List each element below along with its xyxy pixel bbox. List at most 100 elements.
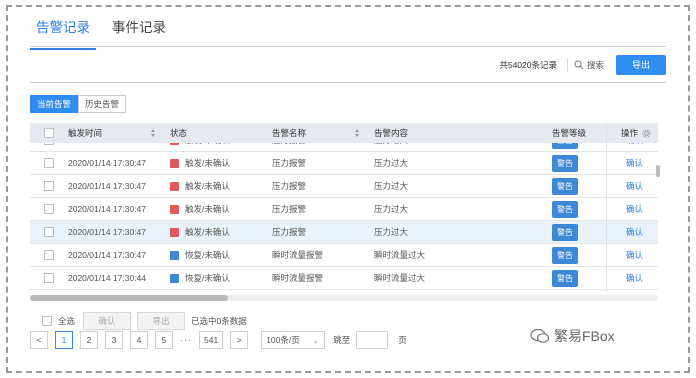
cell-content: 压力过大 — [374, 181, 409, 191]
status-dot — [170, 143, 179, 145]
watermark-text: 繁易FBox — [554, 328, 615, 344]
cell-content: 瞬时流量过大 — [374, 250, 426, 260]
alarm-subtabs: 当前告警 历史告警 — [30, 95, 127, 113]
row-checkbox[interactable] — [44, 227, 54, 237]
level-badge: 警告 — [552, 201, 578, 218]
tab-alarm-records[interactable]: 告警记录 — [30, 14, 96, 50]
cell-time: 2020/01/14 17:30:47 — [68, 158, 146, 168]
next-page-button[interactable]: > — [230, 331, 249, 349]
main-tabs: 告警记录 事件记录 — [30, 14, 166, 50]
row-checkbox[interactable] — [44, 181, 54, 191]
subtab-history-alarms[interactable]: 历史告警 — [78, 95, 127, 113]
select-all-checkbox[interactable] — [42, 316, 52, 326]
cell-time: 2020/01/14 17:30:47 — [68, 227, 146, 237]
table-row[interactable]: 2020/01/14 17:30:47 触发/未确认 压力报警 压力过大 警告 … — [30, 152, 658, 175]
cell-time: 2020/01/14 17:30:44 — [68, 273, 146, 283]
vertical-scrollbar[interactable] — [656, 165, 660, 177]
table-row[interactable]: 2020/01/14 17:30:47 触发/未确认 压力报警 压力过大 警告 … — [30, 143, 658, 152]
cell-status: 触发/未确认 — [185, 158, 230, 168]
confirm-link[interactable]: 确认 — [626, 267, 643, 290]
page-5[interactable]: 5 — [155, 331, 173, 349]
confirm-link[interactable]: 确认 — [626, 221, 643, 244]
page-3[interactable]: 3 — [105, 331, 123, 349]
row-checkbox[interactable] — [44, 273, 54, 283]
search-button[interactable]: 搜索 — [574, 59, 604, 71]
export-button[interactable]: 导出 — [616, 55, 666, 75]
cell-content: 压力过大 — [374, 227, 409, 237]
cell-time: 2020/01/14 17:30:47 — [68, 204, 146, 214]
level-badge: 警告 — [552, 224, 578, 241]
batch-confirm-button[interactable]: 确认 — [83, 312, 132, 330]
confirm-link[interactable]: 确认 — [626, 175, 643, 198]
selected-count: 已选中0条数据 — [191, 316, 247, 326]
table-row[interactable]: 2020/01/14 17:30:47 触发/未确认 压力报警 压力过大 警告 … — [30, 175, 658, 198]
cell-content: 压力过大 — [374, 143, 408, 152]
cell-time: 2020/01/14 17:30:47 — [68, 181, 146, 191]
prev-page-button[interactable]: < — [30, 331, 48, 349]
goto-label: 跳至 — [333, 335, 351, 345]
toolbar-divider — [566, 58, 568, 72]
cell-status: 触发/未确认 — [185, 204, 230, 214]
status-dot — [170, 159, 179, 168]
row-checkbox[interactable] — [44, 250, 54, 260]
cell-time: 2020/01/14 17:30:47 — [68, 250, 146, 260]
row-checkbox[interactable] — [44, 143, 54, 145]
record-count: 共54020条记录 — [499, 60, 557, 70]
status-dot — [170, 228, 179, 237]
watermark: 繁易FBox — [530, 326, 615, 346]
level-badge: 警告 — [552, 270, 578, 287]
sort-name-icon[interactable] — [355, 129, 360, 137]
cell-name: 压力报警 — [272, 143, 306, 152]
subtab-current-alarms[interactable]: 当前告警 — [30, 95, 79, 113]
tab-event-records[interactable]: 事件记录 — [112, 14, 166, 46]
sort-time-icon[interactable] — [151, 129, 156, 137]
cell-name: 压力报警 — [272, 227, 307, 237]
cell-name: 瞬时流量报警 — [272, 250, 324, 260]
status-dot — [170, 251, 179, 260]
cell-name: 压力报警 — [272, 158, 307, 168]
goto-page-input[interactable] — [356, 331, 389, 349]
col-status: 状态 — [170, 128, 188, 138]
search-icon — [574, 60, 584, 70]
status-dot — [170, 182, 179, 191]
table-row[interactable]: 2020/01/14 17:30:44 恢复/未确认 瞬时流量报警 瞬时流量过大… — [30, 267, 658, 290]
page-1[interactable]: 1 — [55, 331, 73, 349]
alarm-table: 触发时间 状态 告警名称 告警内容 告警等级 操作 2020/01/14 17:… — [30, 123, 658, 291]
page-last[interactable]: 541 — [199, 331, 224, 349]
horizontal-scroll-thumb[interactable] — [30, 295, 228, 301]
cell-time: 2020/01/14 17:30:47 — [68, 143, 146, 152]
horizontal-scrollbar[interactable] — [30, 295, 658, 301]
header-checkbox[interactable] — [44, 128, 54, 138]
tab-divider — [30, 46, 666, 47]
col-alarm-name: 告警名称 — [272, 128, 307, 138]
toolbar-divider-line — [30, 82, 666, 83]
table-row[interactable]: 2020/01/14 17:30:47 恢复/未确认 瞬时流量报警 瞬时流量过大… — [30, 244, 658, 267]
confirm-link[interactable]: 确认 — [626, 244, 643, 267]
page-size-select[interactable]: 100条/页 ⌄ — [261, 331, 326, 349]
table-row[interactable]: 2020/01/14 17:30:47 触发/未确认 压力报警 压力过大 警告 … — [30, 221, 658, 244]
page-ellipsis: ··· — [180, 335, 192, 345]
confirm-link[interactable]: 确认 — [626, 143, 643, 152]
confirm-link[interactable]: 确认 — [626, 198, 643, 221]
cell-name: 压力报警 — [272, 204, 307, 214]
table-header: 触发时间 状态 告警名称 告警内容 告警等级 操作 — [30, 123, 658, 143]
row-checkbox[interactable] — [44, 204, 54, 214]
page-4[interactable]: 4 — [130, 331, 148, 349]
confirm-link[interactable]: 确认 — [626, 152, 643, 175]
operations-column-divider — [606, 123, 607, 291]
level-badge: 警告 — [552, 155, 578, 172]
settings-gear-icon[interactable] — [642, 129, 651, 138]
wechat-icon — [530, 328, 550, 343]
cell-status: 触发/未确认 — [185, 143, 230, 152]
cell-status: 触发/未确认 — [185, 181, 230, 191]
page-unit-label: 页 — [398, 335, 407, 345]
pagination: < 1 2 3 4 5 ··· 541 > 100条/页 ⌄ 跳至 页 — [30, 331, 413, 349]
table-body: 2020/01/14 17:30:47 触发/未确认 压力报警 压力过大 警告 … — [30, 143, 658, 291]
cell-content: 压力过大 — [374, 204, 409, 214]
table-row[interactable]: 2020/01/14 17:30:47 触发/未确认 压力报警 压力过大 警告 … — [30, 198, 658, 221]
col-operations: 操作 — [621, 128, 639, 138]
col-alarm-content: 告警内容 — [374, 128, 409, 138]
batch-export-button[interactable]: 导出 — [137, 312, 186, 330]
page-2[interactable]: 2 — [80, 331, 98, 349]
row-checkbox[interactable] — [44, 158, 54, 168]
